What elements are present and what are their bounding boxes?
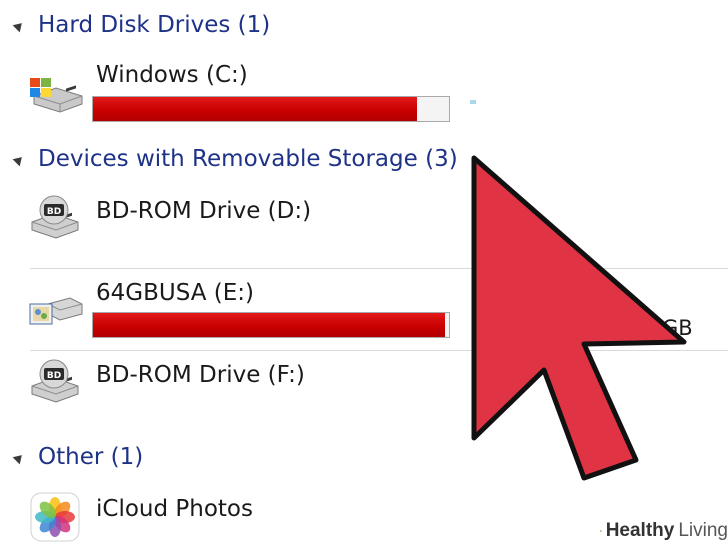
bd-rom-drive-icon: BD bbox=[31, 359, 79, 403]
drive-label: BD-ROM Drive (D:) bbox=[96, 198, 312, 224]
collapse-arrow-icon[interactable] bbox=[12, 451, 26, 465]
drive-item-c[interactable]: Windows (C:) bbox=[20, 58, 460, 128]
collapse-arrow-icon[interactable] bbox=[12, 19, 26, 33]
usb-drive-icon bbox=[29, 297, 83, 325]
usage-bar bbox=[92, 312, 450, 338]
usage-bar bbox=[92, 96, 450, 122]
group-header-hard-disk-drives[interactable]: Hard Disk Drives (1) bbox=[0, 10, 728, 44]
drive-label: iCloud Photos bbox=[96, 496, 253, 522]
svg-text:BD: BD bbox=[47, 371, 61, 381]
group-title: Devices with Removable Storage (3) bbox=[38, 146, 458, 172]
usage-bar-fill bbox=[93, 97, 417, 121]
windows-hard-drive-icon bbox=[30, 78, 83, 113]
bd-rom-drive-icon: BD bbox=[31, 195, 79, 239]
drive-item-d[interactable]: BD BD-ROM Drive (D:) bbox=[20, 192, 460, 248]
drive-item-e[interactable]: 64GBUSA (E:) bbox=[20, 276, 460, 346]
drive-label: Windows (C:) bbox=[96, 62, 248, 88]
usage-bar-fill bbox=[93, 313, 446, 337]
plus-leaf-icon bbox=[600, 530, 602, 532]
drive-label: 64GBUSA (E:) bbox=[96, 280, 255, 306]
group-title: Hard Disk Drives (1) bbox=[38, 12, 271, 38]
group-title: Other (1) bbox=[38, 444, 144, 470]
watermark-brand: Healthy bbox=[605, 520, 675, 541]
drive-item-f[interactable]: BD BD-ROM Drive (F:) bbox=[20, 356, 460, 412]
drive-label: BD-ROM Drive (F:) bbox=[96, 362, 305, 388]
svg-text:BD: BD bbox=[47, 207, 61, 217]
collapse-arrow-icon[interactable] bbox=[12, 153, 26, 167]
faded-indicator bbox=[470, 100, 476, 104]
watermark: Healthy Living bbox=[596, 516, 728, 546]
watermark-brand2: Living bbox=[678, 520, 728, 541]
drive-item-icloud-photos[interactable]: iCloud Photos bbox=[20, 490, 460, 546]
icloud-photos-icon bbox=[30, 492, 80, 542]
red-arrow-pointer-icon bbox=[471, 155, 687, 481]
